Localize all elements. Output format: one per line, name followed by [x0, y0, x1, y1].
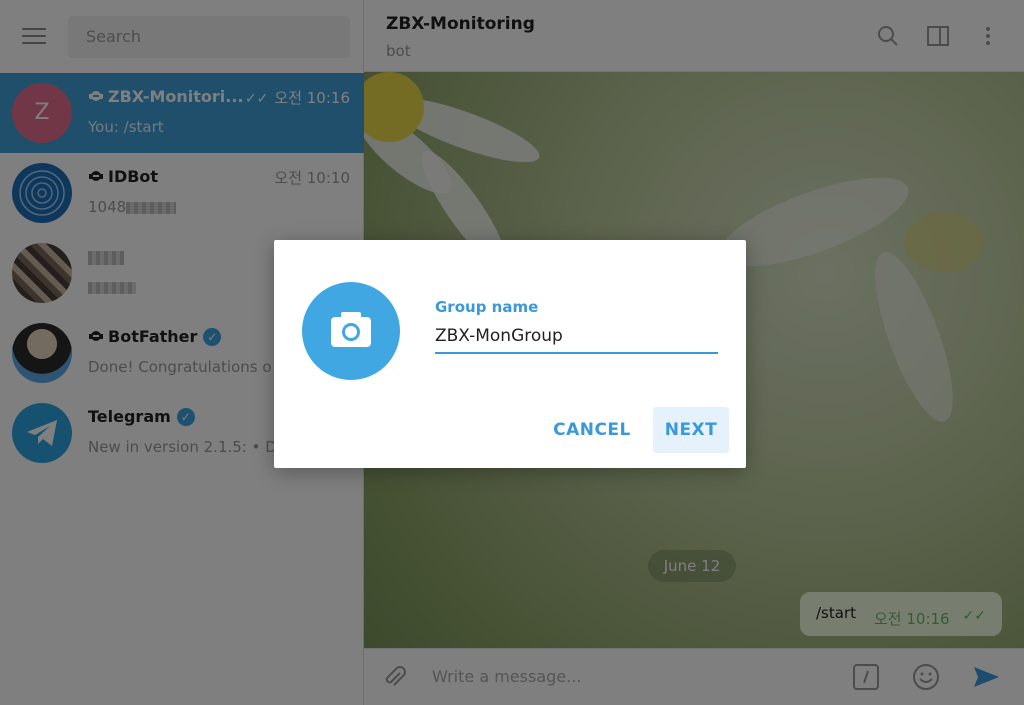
group-name-label: Group name [435, 298, 539, 316]
create-group-dialog: Group name CANCEL NEXT [274, 240, 746, 468]
next-button[interactable]: NEXT [653, 407, 729, 453]
group-name-input[interactable] [435, 320, 718, 354]
set-group-photo-button[interactable] [302, 282, 400, 380]
cancel-button[interactable]: CANCEL [550, 407, 634, 453]
camera-icon [331, 312, 371, 347]
